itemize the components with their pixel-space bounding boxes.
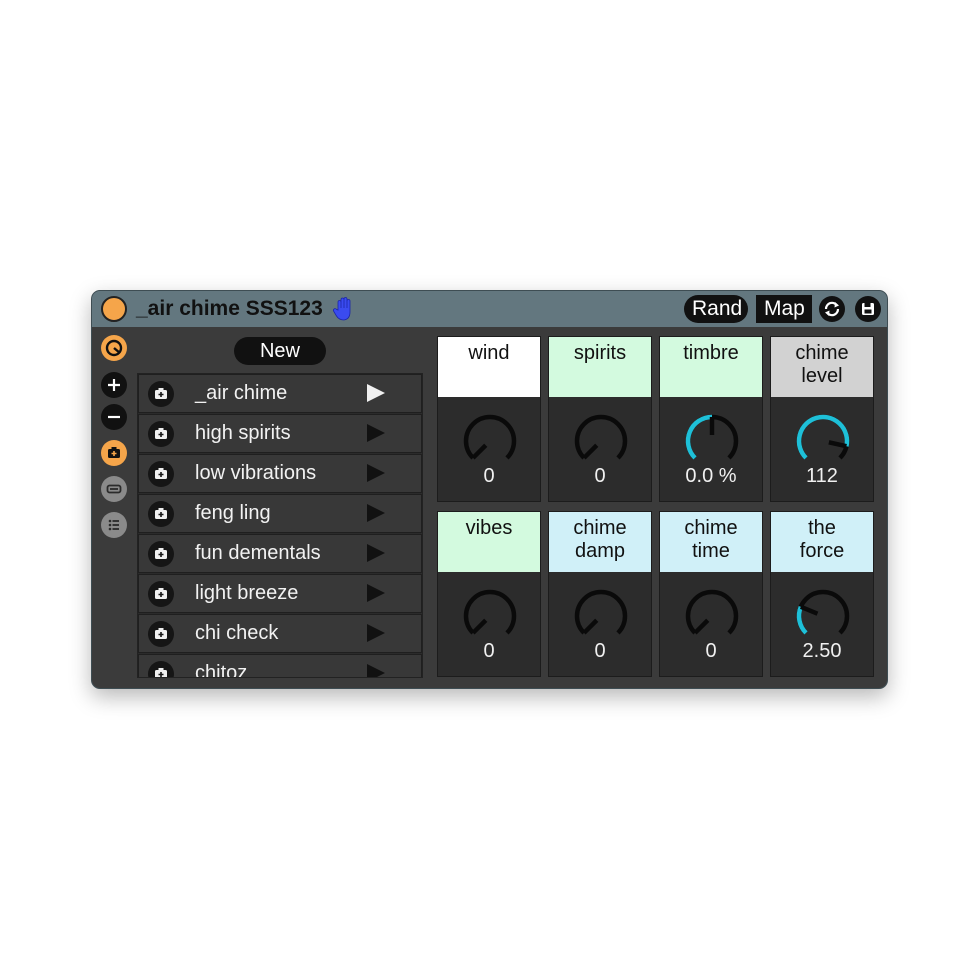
param-label: vibes bbox=[438, 512, 540, 572]
play-icon[interactable] bbox=[367, 384, 385, 402]
camera-icon[interactable] bbox=[148, 461, 174, 487]
param-value: 0 bbox=[483, 640, 495, 662]
add-preset-icon[interactable] bbox=[101, 372, 127, 398]
preset-row[interactable]: fun dementals bbox=[138, 534, 422, 573]
play-icon[interactable] bbox=[367, 664, 385, 677]
param-knob[interactable] bbox=[571, 586, 631, 646]
play-icon[interactable] bbox=[367, 544, 385, 562]
play-icon[interactable] bbox=[367, 424, 385, 442]
camera-icon[interactable] bbox=[148, 381, 174, 407]
new-preset-button[interactable]: New bbox=[234, 337, 326, 365]
param-knob[interactable] bbox=[460, 586, 520, 646]
param-cell: the force 2.50 bbox=[770, 511, 874, 677]
param-label: timbre bbox=[660, 337, 762, 397]
preset-mode-icon[interactable] bbox=[101, 335, 127, 361]
map-button[interactable]: Map bbox=[756, 295, 812, 323]
param-knob[interactable] bbox=[793, 586, 853, 646]
param-cell: spirits 0 bbox=[548, 336, 652, 502]
camera-icon[interactable] bbox=[148, 421, 174, 447]
camera-icon[interactable] bbox=[148, 661, 174, 677]
device-window: _air chime SSS123 Rand Map New _air chim… bbox=[91, 290, 888, 689]
preset-row[interactable]: low vibrations bbox=[138, 454, 422, 493]
param-value: 0 bbox=[483, 465, 495, 487]
param-value: 112 bbox=[806, 465, 838, 487]
camera-icon[interactable] bbox=[148, 501, 174, 527]
list-icon[interactable] bbox=[101, 512, 127, 538]
preset-row[interactable]: chitoz bbox=[138, 654, 422, 678]
preset-name: high spirits bbox=[195, 422, 291, 444]
play-icon[interactable] bbox=[367, 504, 385, 522]
preset-name: chi check bbox=[195, 622, 279, 644]
play-icon[interactable] bbox=[367, 464, 385, 482]
param-cell: vibes 0 bbox=[437, 511, 541, 677]
parameter-grid: wind 0 spirits 0 timbre 0.0 % chime level 112 vi… bbox=[437, 336, 875, 680]
preset-name: fun dementals bbox=[195, 542, 321, 564]
param-label: wind bbox=[438, 337, 540, 397]
param-knob[interactable] bbox=[793, 411, 853, 471]
param-cell: wind 0 bbox=[437, 336, 541, 502]
param-cell: chime damp 0 bbox=[548, 511, 652, 677]
param-knob[interactable] bbox=[682, 586, 742, 646]
camera-icon[interactable] bbox=[148, 621, 174, 647]
collapse-icon[interactable] bbox=[101, 476, 127, 502]
device-body: New _air chime high spirits low vibrations… bbox=[92, 327, 887, 688]
rand-button[interactable]: Rand bbox=[684, 295, 748, 323]
param-value: 0 bbox=[594, 640, 606, 662]
preset-row[interactable]: feng ling bbox=[138, 494, 422, 533]
preset-row[interactable]: chi check bbox=[138, 614, 422, 653]
param-value: 0 bbox=[705, 640, 717, 662]
param-knob[interactable] bbox=[571, 411, 631, 471]
param-knob[interactable] bbox=[460, 411, 520, 471]
param-cell: chime level 112 bbox=[770, 336, 874, 502]
remove-preset-icon[interactable] bbox=[101, 404, 127, 430]
snapshot-icon[interactable] bbox=[101, 440, 127, 466]
param-cell: chime time 0 bbox=[659, 511, 763, 677]
preset-row[interactable]: light breeze bbox=[138, 574, 422, 613]
preset-row[interactable]: _air chime bbox=[138, 374, 422, 413]
param-label: chime time bbox=[660, 512, 762, 572]
save-icon[interactable] bbox=[855, 296, 881, 322]
refresh-icon[interactable] bbox=[819, 296, 845, 322]
param-cell: timbre 0.0 % bbox=[659, 336, 763, 502]
device-title: _air chime SSS123 bbox=[136, 297, 323, 320]
preset-name: chitoz bbox=[195, 662, 248, 678]
preset-row[interactable]: high spirits bbox=[138, 414, 422, 453]
param-label: the force bbox=[771, 512, 873, 572]
preset-name: low vibrations bbox=[195, 462, 317, 484]
preset-name: _air chime bbox=[195, 382, 288, 404]
param-value: 0.0 % bbox=[685, 465, 737, 487]
preset-list: _air chime high spirits low vibrations feng… bbox=[137, 373, 423, 678]
play-icon[interactable] bbox=[367, 624, 385, 642]
param-label: chime damp bbox=[549, 512, 651, 572]
param-value: 2.50 bbox=[802, 640, 842, 662]
title-bar: _air chime SSS123 Rand Map bbox=[92, 291, 887, 327]
param-label: spirits bbox=[549, 337, 651, 397]
preset-name: light breeze bbox=[195, 582, 299, 604]
param-label: chime level bbox=[771, 337, 873, 397]
camera-icon[interactable] bbox=[148, 541, 174, 567]
camera-icon[interactable] bbox=[148, 581, 174, 607]
preset-name: feng ling bbox=[195, 502, 271, 524]
power-icon[interactable] bbox=[101, 296, 127, 322]
play-icon[interactable] bbox=[367, 584, 385, 602]
hand-icon bbox=[332, 297, 351, 321]
param-knob[interactable] bbox=[682, 411, 742, 471]
param-value: 0 bbox=[594, 465, 606, 487]
